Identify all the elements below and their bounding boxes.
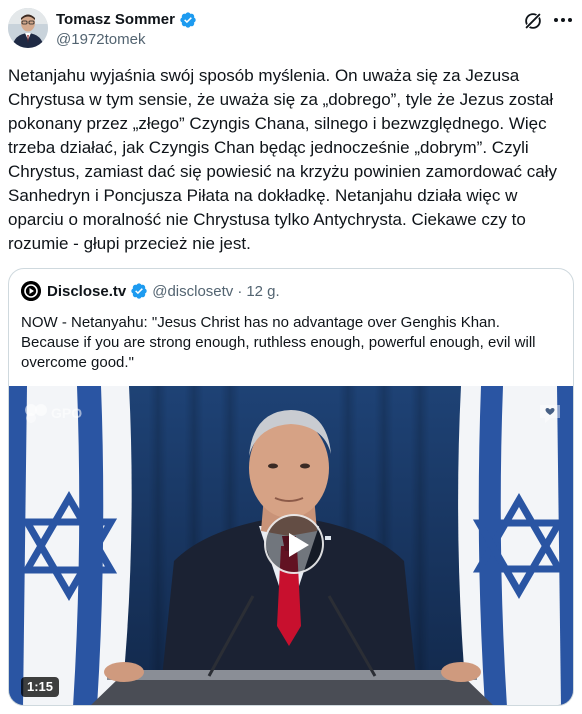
more-horizontal-icon[interactable]	[552, 12, 574, 28]
author-avatar[interactable]	[8, 8, 48, 48]
video-duration: 1:15	[21, 677, 60, 697]
tweet-header: Tomasz Sommer @1972tomek	[8, 8, 574, 52]
flag-left	[9, 386, 132, 705]
tweet-text: Netanjahu wyjaśnia swój sposób myślenia.…	[8, 66, 562, 253]
quoted-tweet-header: Disclose.tv @disclosetv · 12 g.	[21, 281, 280, 301]
gpo-watermark-text: GPO	[51, 405, 83, 421]
gpo-logo-icon	[25, 404, 47, 423]
author-name[interactable]: Tomasz Sommer	[56, 10, 175, 30]
quoted-author-name[interactable]: Disclose.tv	[47, 283, 126, 300]
separator-dot: ·	[237, 282, 243, 300]
video-player[interactable]: GPO 1:15	[9, 386, 573, 705]
author-handle[interactable]: @1972tomek	[56, 30, 197, 50]
quoted-tweet[interactable]: Disclose.tv @disclosetv · 12 g. NOW - Ne…	[8, 268, 574, 706]
grok-icon[interactable]	[522, 10, 544, 32]
quoted-timestamp[interactable]: 12 g.	[246, 283, 279, 300]
quoted-author-avatar[interactable]	[21, 281, 41, 301]
flag-right	[458, 386, 573, 705]
quoted-author-handle[interactable]: @disclosetv	[152, 283, 233, 300]
verified-badge-icon	[131, 283, 147, 299]
verified-badge-icon	[180, 12, 196, 28]
play-icon[interactable]	[264, 514, 324, 574]
author-name-row: Tomasz Sommer	[56, 10, 197, 30]
gpo-watermark: GPO	[23, 402, 82, 424]
author-info: Tomasz Sommer @1972tomek	[56, 10, 197, 50]
quoted-tweet-text: NOW - Netanyahu: "Jesus Christ has no ad…	[21, 314, 536, 371]
channel-logo-icon	[540, 405, 560, 423]
